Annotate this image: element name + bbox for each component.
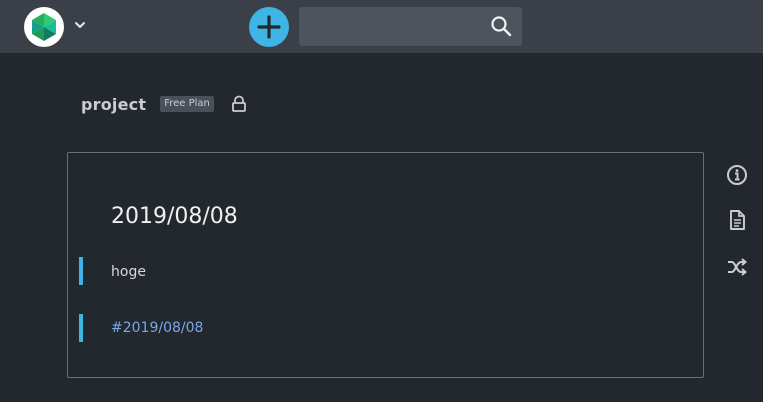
logo-icon — [32, 13, 56, 41]
document-icon[interactable] — [726, 209, 748, 231]
plus-icon — [257, 15, 281, 39]
plan-badge[interactable]: Free Plan — [160, 96, 214, 112]
shuffle-icon[interactable] — [726, 256, 748, 278]
page-editor[interactable]: 2019/08/08 hoge #2019/08/08 — [67, 152, 704, 378]
line-indicator — [79, 257, 83, 285]
top-navbar — [0, 0, 763, 53]
chevron-down-icon[interactable] — [73, 18, 87, 32]
search-input[interactable] — [307, 13, 477, 40]
lock-icon — [232, 95, 246, 112]
info-icon[interactable] — [726, 164, 748, 186]
search-box[interactable] — [299, 7, 522, 46]
project-name[interactable]: project — [81, 95, 146, 114]
search-icon[interactable] — [490, 15, 512, 37]
project-header: project Free Plan — [81, 92, 247, 116]
logo-button[interactable] — [24, 7, 64, 47]
new-page-button[interactable] — [249, 7, 289, 47]
line-indicator — [79, 314, 83, 342]
page-line[interactable]: hoge — [111, 264, 146, 280]
page-link[interactable]: #2019/08/08 — [111, 320, 203, 336]
page-title[interactable]: 2019/08/08 — [111, 204, 238, 229]
